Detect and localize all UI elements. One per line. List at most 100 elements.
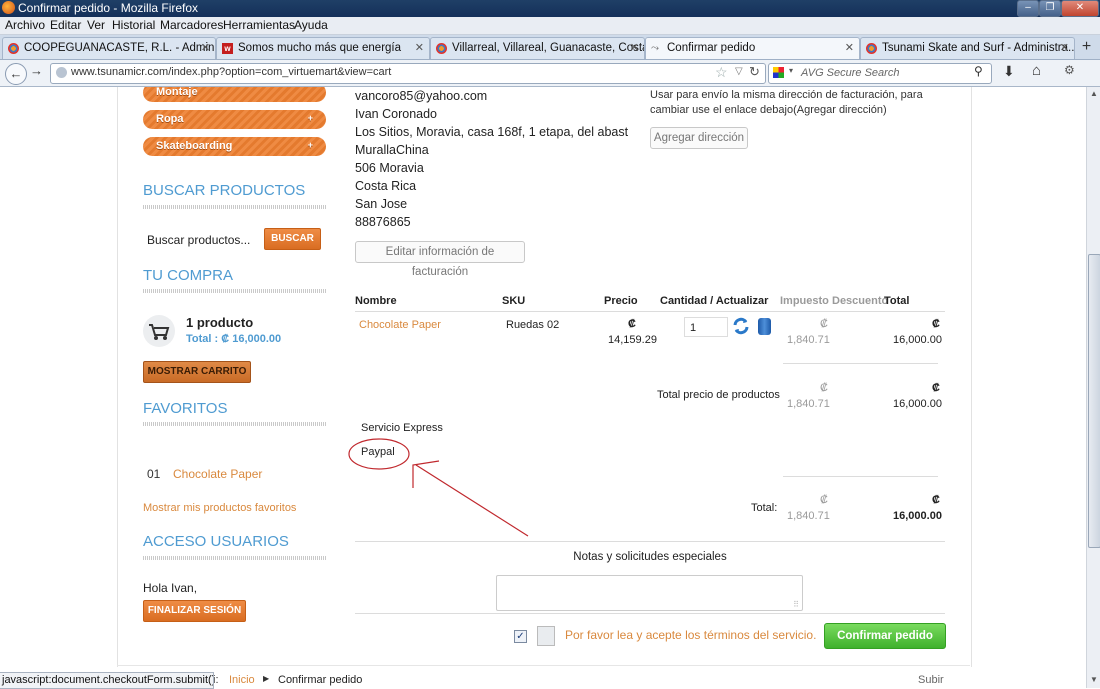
cart-count: 1 producto	[186, 315, 254, 330]
url-text[interactable]: www.tsunamicr.com/index.php?option=com_v…	[71, 66, 391, 78]
billing-country: Costa Rica	[355, 179, 417, 193]
subtotal-total: 16,000.00	[893, 398, 942, 410]
tab-somos-mucho[interactable]: w Somos mucho más que energía ✕	[216, 37, 430, 59]
w-icon: w	[222, 43, 233, 54]
search-placeholder: AVG Secure Search	[801, 67, 900, 79]
show-favorites-link[interactable]: Mostrar mis productos favoritos	[143, 502, 296, 514]
terms-checkbox[interactable]: ✓	[514, 630, 527, 643]
url-bar[interactable]: www.tsunamicr.com/index.php?option=com_v…	[50, 63, 766, 84]
scrollbar-thumb[interactable]	[1088, 254, 1100, 548]
menu-editar[interactable]: Editar	[50, 18, 81, 32]
subtotal-tax: 1,840.71	[787, 398, 830, 410]
download-icon[interactable]: ⬇	[1003, 63, 1015, 80]
grand-tax-currency: ₡	[820, 494, 828, 506]
tab-confirmar-pedido[interactable]: ⤳ Confirmar pedido ✕	[645, 37, 860, 59]
url-dropdown-icon[interactable]: ▽	[735, 66, 743, 77]
terms-link[interactable]: Por favor lea y acepte los términos del …	[565, 628, 816, 642]
billing-address: Los Sitios, Moravia, casa 168f, 1 etapa,…	[355, 125, 629, 139]
annotation-arrow	[348, 438, 529, 537]
billing-address2: MurallaChina	[355, 143, 429, 157]
tab-villarreal[interactable]: Villarreal, Villareal, Guanacaste, Costa…	[430, 37, 645, 59]
col-tax: Impuesto	[780, 295, 829, 307]
divider	[143, 556, 326, 560]
menu-archivo[interactable]: Archivo	[5, 18, 45, 32]
bookmark-star-icon[interactable]: ☆	[715, 64, 728, 81]
tab-coopeguanacaste[interactable]: COOPEGUANACASTE, R.L. - Adminis... ✕	[2, 37, 216, 59]
subtotal-tax-currency: ₡	[820, 382, 828, 394]
menu-herramientas[interactable]: Herramientas	[223, 18, 295, 32]
show-cart-button[interactable]: MOSTRAR CARRITO	[143, 361, 251, 383]
scroll-up-icon[interactable]: ▲	[1090, 89, 1098, 98]
category-montaje[interactable]: Montaje	[143, 87, 326, 102]
menu-historial[interactable]: Historial	[112, 18, 155, 32]
notes-textarea[interactable]: ⠿	[496, 575, 803, 611]
add-address-button[interactable]: Agregar dirección	[650, 127, 748, 149]
minimize-button[interactable]: –	[1017, 0, 1039, 17]
col-total: Total	[884, 295, 910, 307]
breadcrumb-home[interactable]: Inicio	[229, 674, 255, 686]
back-to-top-link[interactable]: Subir	[918, 674, 944, 686]
close-tab-icon[interactable]: ✕	[201, 41, 210, 54]
grand-currency: ₡	[932, 494, 940, 506]
col-sku: SKU	[502, 295, 526, 307]
search-products-input[interactable]: Buscar productos...	[143, 231, 264, 250]
logout-button[interactable]: FINALIZAR SESIÓN	[143, 600, 246, 622]
expand-icon: +	[307, 113, 313, 123]
back-button[interactable]: ←	[5, 63, 27, 85]
maximize-button[interactable]: ❐	[1039, 0, 1061, 17]
billing-state: San Jose	[355, 197, 408, 211]
addon-icon[interactable]: ⚙	[1064, 63, 1075, 77]
home-icon[interactable]: ⌂	[1032, 62, 1041, 79]
currency-symbol: ₡	[628, 318, 636, 330]
search-button[interactable]: BUSCAR	[264, 228, 321, 250]
menu-ver[interactable]: Ver	[87, 18, 105, 32]
search-magnifier-icon[interactable]: ⚲	[974, 64, 983, 78]
grand-total: 16,000.00	[893, 510, 942, 522]
close-tab-icon[interactable]: ✕	[845, 41, 854, 54]
edit-billing-button[interactable]: Editar información de facturación	[355, 241, 525, 278]
delete-icon[interactable]	[758, 318, 771, 335]
user-access-heading: ACCESO USUARIOS	[143, 533, 289, 550]
close-tab-icon[interactable]: ✕	[1060, 41, 1069, 54]
menu-marcadores[interactable]: Marcadores	[160, 18, 223, 32]
quantity-input[interactable]: 1	[684, 317, 728, 337]
page-scrollbar[interactable]: ▲ ▼	[1086, 87, 1100, 688]
tab-strip: COOPEGUANACASTE, R.L. - Adminis... ✕ w S…	[0, 35, 1100, 60]
product-tax: 1,840.71	[787, 334, 830, 346]
new-tab-button[interactable]: +	[1077, 37, 1096, 56]
tax-currency: ₡	[820, 318, 828, 330]
divider	[355, 613, 945, 614]
product-link[interactable]: Chocolate Paper	[359, 319, 441, 331]
search-engine-dropdown-icon[interactable]: ▾	[789, 66, 793, 75]
close-tab-icon[interactable]: ✕	[415, 41, 424, 54]
close-tab-icon[interactable]: ✕	[630, 41, 639, 54]
refresh-icon[interactable]	[732, 317, 750, 335]
billing-email: vancoro85@yahoo.com	[355, 89, 488, 103]
breadcrumb-arrow-icon: ▶	[263, 674, 270, 683]
reload-icon[interactable]: ↻	[749, 64, 760, 80]
menu-ayuda[interactable]: Ayuda	[294, 18, 328, 32]
status-bar: javascript:document.checkoutForm.submit(…	[0, 672, 214, 689]
divider	[143, 422, 326, 426]
subtotal-label: Total precio de productos	[657, 389, 780, 401]
confirm-order-button[interactable]: Confirmar pedido	[824, 623, 946, 649]
terms-document-icon[interactable]	[537, 626, 555, 646]
col-name: Nombre	[355, 295, 397, 307]
page-viewport: Montaje Ropa + Skateboarding + BUSCAR PR…	[0, 87, 1086, 688]
scroll-down-icon[interactable]: ▼	[1090, 675, 1098, 684]
favorite-number: 01	[147, 467, 161, 481]
expand-icon: +	[307, 140, 313, 150]
close-window-button[interactable]: ✕	[1061, 0, 1099, 17]
firefox-icon	[2, 1, 15, 14]
resize-grip-icon: ⠿	[793, 600, 799, 609]
search-bar[interactable]: ▾ AVG Secure Search ⚲	[768, 63, 992, 84]
col-price: Precio	[604, 295, 638, 307]
category-skateboarding[interactable]: Skateboarding +	[143, 137, 326, 156]
divider	[783, 363, 938, 364]
category-ropa[interactable]: Ropa +	[143, 110, 326, 129]
joomla-icon	[8, 43, 19, 54]
favorite-item-link[interactable]: Chocolate Paper	[173, 467, 262, 481]
tab-tsunami[interactable]: Tsunami Skate and Surf - Administra... ✕	[860, 37, 1075, 59]
page-icon: ⤳	[651, 43, 659, 54]
forward-button[interactable]: →	[30, 63, 43, 78]
